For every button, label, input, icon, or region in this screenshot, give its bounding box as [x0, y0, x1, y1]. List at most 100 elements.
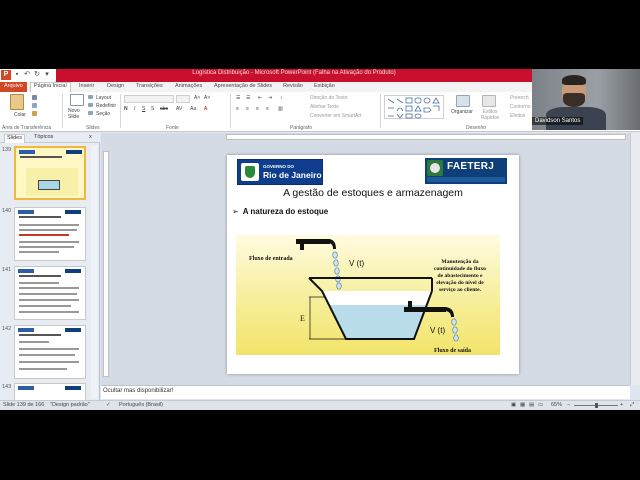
line-spacing-icon[interactable]: ↕: [280, 95, 283, 101]
thumb-logo: [19, 150, 35, 154]
slides-panel: Slides Tópicos x 139 140 141 142 143: [0, 133, 100, 400]
tab-outline[interactable]: Tópicos: [34, 134, 53, 140]
slide-thumbnail[interactable]: [14, 266, 86, 320]
bullet-text: A natureza do estoque: [242, 207, 329, 216]
fit-to-window-icon[interactable]: ⤢: [630, 402, 634, 409]
normal-view-icon[interactable]: ▣: [511, 402, 516, 408]
paste-icon[interactable]: [10, 94, 24, 110]
slides-panel-scrollbar[interactable]: [91, 145, 98, 399]
justify-icon[interactable]: ≡: [266, 106, 269, 112]
shape-fill-button[interactable]: Preench: [510, 95, 529, 101]
tab-home[interactable]: Página Inicial: [30, 82, 71, 92]
shapes-gallery[interactable]: [384, 95, 444, 119]
tab-animations[interactable]: Animações: [175, 83, 202, 89]
tab-slides[interactable]: Slides: [4, 134, 25, 143]
format-painter-icon[interactable]: [32, 111, 37, 116]
panel-tabs: Slides Tópicos x: [0, 133, 100, 143]
align-center-icon[interactable]: ≡: [246, 106, 249, 112]
thumb-line: [19, 299, 79, 301]
reset-button[interactable]: Redefinir: [96, 103, 116, 109]
cut-icon[interactable]: [32, 95, 37, 100]
slide-thumbnail[interactable]: [14, 325, 86, 379]
level-e-label: E: [300, 314, 305, 323]
convert-smartart-button[interactable]: Converter em SmartArt: [310, 113, 361, 119]
arrange-button[interactable]: Organizar: [451, 109, 473, 115]
align-left-icon[interactable]: ≡: [236, 106, 239, 112]
faeterj-emblem-icon: [427, 160, 443, 176]
zoom-in-icon[interactable]: +: [620, 402, 623, 408]
shape-outline-button[interactable]: Contorno: [510, 104, 531, 110]
notes-text[interactable]: Ocultar mas disponibilizar!: [103, 388, 173, 394]
align-text-button[interactable]: Alinhar Texto: [310, 104, 339, 110]
language-indicator[interactable]: Português (Brasil): [119, 402, 163, 408]
thumb-diagram: [26, 168, 78, 196]
caption-line: elevação do nível de: [436, 280, 484, 286]
copy-icon[interactable]: [32, 103, 37, 108]
redo-icon[interactable]: ↻: [33, 71, 41, 79]
strikethrough-icon[interactable]: abc: [160, 106, 168, 112]
slide-title[interactable]: A gestão de estoques e armazenagem: [227, 187, 519, 199]
columns-icon[interactable]: ▥: [278, 106, 283, 112]
font-family-select[interactable]: [124, 95, 174, 103]
shape-effects-button[interactable]: Efeitos: [510, 113, 525, 119]
thumb-line: [19, 224, 79, 226]
slide-thumbnail[interactable]: [14, 383, 86, 400]
spellcheck-icon[interactable]: ✓: [106, 402, 111, 408]
slide-bullet[interactable]: ➢ A natureza do estoque: [232, 207, 328, 216]
tab-slide-show[interactable]: Apresentação de Slides: [214, 83, 272, 89]
numbering-icon[interactable]: ☰: [246, 95, 250, 101]
zoom-out-icon[interactable]: −: [567, 402, 570, 408]
shrink-font-icon[interactable]: A˅: [204, 95, 210, 101]
character-spacing-icon[interactable]: AV: [176, 106, 182, 112]
save-icon[interactable]: ▪: [13, 71, 21, 79]
tab-review[interactable]: Revisão: [283, 83, 303, 89]
new-slide-icon[interactable]: [70, 94, 84, 106]
tab-insert[interactable]: Inserir: [79, 83, 94, 89]
quick-styles-button[interactable]: Estilos Rápidos: [476, 109, 504, 121]
zoom-slider-thumb[interactable]: [594, 403, 598, 408]
shadow-icon[interactable]: S: [151, 106, 154, 112]
font-color-icon[interactable]: A: [204, 106, 207, 112]
reset-icon[interactable]: [88, 103, 93, 107]
diagram-caption: Manutenção da continuidade do fluxo de a…: [434, 259, 486, 293]
paste-button[interactable]: Colar: [14, 112, 26, 118]
tab-view[interactable]: Exibição: [314, 83, 335, 89]
thumb-line: [19, 341, 49, 343]
slide-thumbnail[interactable]: [14, 207, 86, 261]
slide-show-icon[interactable]: ▭: [538, 402, 543, 408]
slide-sorter-icon[interactable]: ▦: [520, 402, 525, 408]
new-slide-button[interactable]: Novo Slide: [68, 108, 86, 120]
tab-file[interactable]: Arquivo: [0, 82, 27, 92]
tab-design[interactable]: Design: [107, 83, 124, 89]
decrease-indent-icon[interactable]: ⇤: [258, 95, 262, 101]
tab-transitions[interactable]: Transições: [136, 83, 163, 89]
government-logo: GOVERNO DO Rio de Janeiro: [237, 159, 323, 185]
align-right-icon[interactable]: ≡: [256, 106, 259, 112]
font-size-select[interactable]: [176, 95, 190, 103]
notes-pane[interactable]: Ocultar mas disponibilizar!: [101, 385, 630, 399]
close-panel-icon[interactable]: x: [89, 134, 92, 140]
quick-styles-icon[interactable]: [482, 95, 496, 107]
editor-vertical-scrollbar[interactable]: [630, 133, 640, 385]
layout-icon[interactable]: [88, 95, 93, 99]
slide-canvas[interactable]: GOVERNO DO Rio de Janeiro FAETERJ A gest…: [227, 155, 519, 374]
customize-quick-access-icon[interactable]: ▾: [43, 71, 51, 79]
layout-button[interactable]: Layout: [96, 95, 111, 101]
reading-view-icon[interactable]: ▤: [529, 402, 534, 408]
grow-font-icon[interactable]: A˄: [194, 95, 200, 101]
arrange-icon[interactable]: [456, 95, 470, 107]
undo-icon[interactable]: ↶: [23, 71, 31, 79]
text-direction-button[interactable]: Direção do Texto: [310, 95, 347, 101]
section-icon[interactable]: [88, 111, 93, 115]
italic-icon[interactable]: I: [134, 106, 135, 112]
caption-line: Manutenção da: [441, 259, 478, 265]
bullets-icon[interactable]: ☰: [236, 95, 240, 101]
increase-indent-icon[interactable]: ⇥: [268, 95, 272, 101]
underline-icon[interactable]: S: [142, 106, 145, 112]
zoom-level[interactable]: 65%: [551, 402, 562, 408]
thumb-title: [20, 156, 62, 158]
slide-thumbnail-selected[interactable]: [14, 146, 86, 200]
bold-icon[interactable]: N: [124, 106, 128, 112]
change-case-icon[interactable]: Aa: [190, 106, 196, 112]
section-button[interactable]: Seção: [96, 111, 110, 117]
